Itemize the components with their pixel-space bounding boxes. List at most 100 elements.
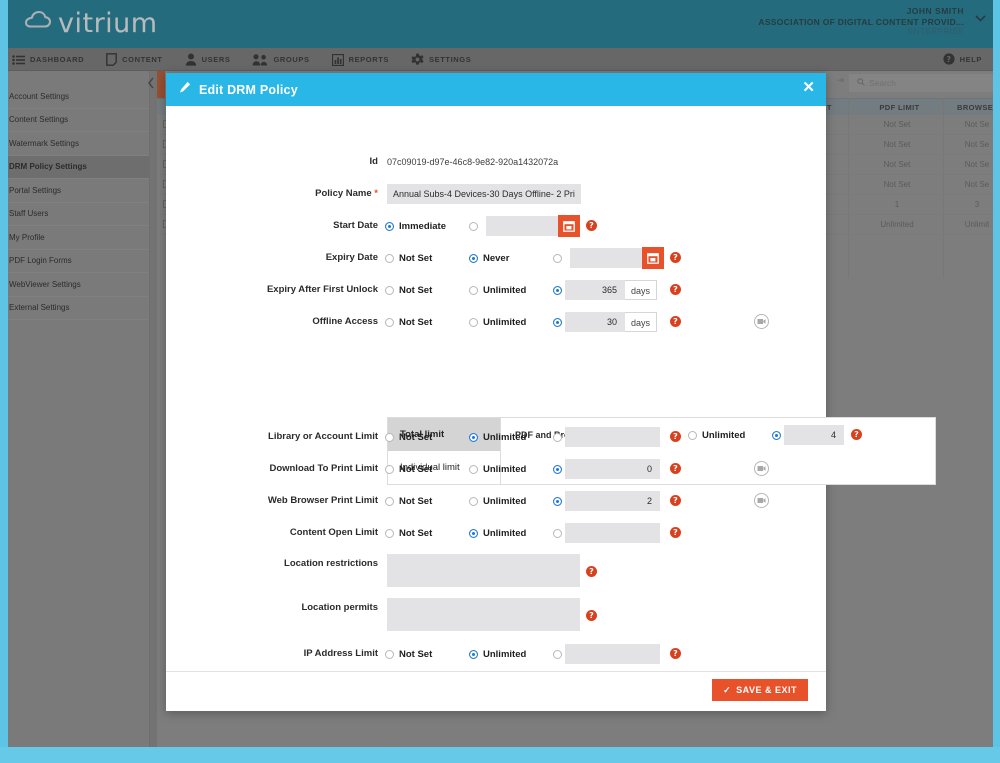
start-date-input[interactable] xyxy=(486,216,558,236)
help-icon-content-open-limit[interactable]: ? xyxy=(670,527,681,538)
check-icon: ✓ xyxy=(723,684,732,695)
field-label-ip-address-limit: IP Address Limit xyxy=(303,648,378,659)
radio-dot xyxy=(553,496,562,506)
help-icon-start-date[interactable]: ? xyxy=(586,220,597,231)
radio-dot xyxy=(385,464,394,474)
help-icon-location-restrictions[interactable]: ? xyxy=(586,566,597,577)
field-label-policy-name: Policy Name * xyxy=(315,188,378,199)
policy-name-input[interactable] xyxy=(387,184,581,204)
left-edge-accent xyxy=(0,0,8,747)
download-to-print-limit-input[interactable] xyxy=(565,459,660,479)
radio-expiry-date-never[interactable]: Never xyxy=(469,248,509,268)
radio-dot xyxy=(553,432,562,442)
save-and-exit-button[interactable]: ✓ SAVE & EXIT xyxy=(712,679,808,701)
radio-offline-access-value[interactable] xyxy=(553,312,562,332)
video-tutorial-icon[interactable] xyxy=(754,461,769,476)
radio-dot xyxy=(469,528,478,538)
radio-content-open-value[interactable] xyxy=(553,523,562,543)
radio-offline-access-not-set[interactable]: Not Set xyxy=(385,312,432,332)
radio-download-print-not-set[interactable]: Not Set xyxy=(385,459,432,479)
calendar-icon[interactable] xyxy=(642,247,664,269)
radio-expiry-date-not-set[interactable]: Not Set xyxy=(385,248,432,268)
radio-label: Unlimited xyxy=(483,463,527,475)
radio-dot xyxy=(553,528,562,538)
close-icon[interactable]: ✕ xyxy=(802,80,815,95)
radio-expiry-unlock-unlimited[interactable]: Unlimited xyxy=(469,280,526,300)
video-tutorial-icon[interactable] xyxy=(754,493,769,508)
help-icon-ip-address-limit[interactable]: ? xyxy=(670,648,681,659)
save-button-label: SAVE & EXIT xyxy=(736,685,797,695)
help-icon-download-to-print-limit[interactable]: ? xyxy=(670,463,681,474)
calendar-icon[interactable] xyxy=(558,215,580,237)
help-icon-expiry-date[interactable]: ? xyxy=(670,252,681,263)
field-row-web-browser-print-limit: Web Browser Print Limit Not Set Unlimite… xyxy=(166,491,826,523)
help-icon-web-browser-print-limit[interactable]: ? xyxy=(670,495,681,506)
radio-label: Never xyxy=(483,252,510,264)
video-tutorial-icon[interactable] xyxy=(754,314,769,329)
ip-address-limit-input[interactable] xyxy=(565,644,660,664)
radio-label: Unlimited xyxy=(483,431,527,443)
field-row-offline-access: Offline Access Not Set Unlimited days ? xyxy=(166,312,826,344)
radio-library-limit-not-set[interactable]: Not Set xyxy=(385,427,432,447)
radio-web-print-value[interactable] xyxy=(553,491,562,511)
radio-label: Not Set xyxy=(399,431,433,443)
help-icon-location-permits[interactable]: ? xyxy=(586,610,597,621)
radio-content-open-not-set[interactable]: Not Set xyxy=(385,523,432,543)
radio-label: Unlimited xyxy=(483,527,527,539)
location-permits-input[interactable] xyxy=(387,598,580,631)
radio-start-date-immediate[interactable]: Immediate xyxy=(385,216,446,236)
radio-label: Unlimited xyxy=(483,284,527,296)
radio-dot xyxy=(469,221,478,231)
edit-drm-policy-dialog: Edit DRM Policy ✕ Id 07c09019-d97e-46c8-… xyxy=(166,73,936,747)
dialog-title: Edit DRM Policy xyxy=(199,82,298,97)
radio-ip-limit-value[interactable] xyxy=(553,644,562,664)
radio-label: Unlimited xyxy=(483,648,527,660)
field-row-expiry-after-first-unlock: Expiry After First Unlock Not Set Unlimi… xyxy=(166,280,826,312)
required-marker: * xyxy=(371,188,378,199)
offline-access-input[interactable] xyxy=(565,312,625,332)
radio-web-print-not-set[interactable]: Not Set xyxy=(385,491,432,511)
radio-download-print-unlimited[interactable]: Unlimited xyxy=(469,459,526,479)
radio-label: Not Set xyxy=(399,648,433,660)
radio-start-date-custom[interactable] xyxy=(469,216,478,236)
expiry-date-input[interactable] xyxy=(570,248,642,268)
field-label-expiry-after-first-unlock: Expiry After First Unlock xyxy=(266,284,378,295)
radio-download-print-value[interactable] xyxy=(553,459,562,479)
field-value-id: 07c09019-d97e-46c8-9e82-920a1432072a xyxy=(387,157,559,167)
app-window: vitrium JOHN SMITH ASSOCIATION OF DIGITA… xyxy=(0,0,1000,747)
radio-expiry-unlock-not-set[interactable]: Not Set xyxy=(385,280,432,300)
radio-offline-access-unlimited[interactable]: Unlimited xyxy=(469,312,526,332)
radio-expiry-unlock-value[interactable] xyxy=(553,280,562,300)
radio-dot xyxy=(385,649,394,659)
radio-ip-limit-not-set[interactable]: Not Set xyxy=(385,644,432,664)
radio-ip-limit-unlimited[interactable]: Unlimited xyxy=(469,644,526,664)
radio-dot xyxy=(385,496,394,506)
radio-dot xyxy=(385,432,394,442)
field-row-policy-name: Policy Name * xyxy=(166,184,826,216)
field-label-offline-access: Offline Access xyxy=(312,316,378,327)
expiry-after-first-unlock-input[interactable] xyxy=(565,280,625,300)
web-browser-print-limit-input[interactable] xyxy=(565,491,660,511)
radio-dot xyxy=(385,317,394,327)
radio-dot xyxy=(553,317,562,327)
library-or-account-limit-input[interactable] xyxy=(565,427,660,447)
location-restrictions-input[interactable] xyxy=(387,554,580,587)
radio-dot xyxy=(385,221,394,231)
help-icon-library-or-account-limit[interactable]: ? xyxy=(670,431,681,442)
bottom-accent-strip xyxy=(0,747,1000,763)
radio-library-limit-value[interactable] xyxy=(553,427,562,447)
field-label-library-or-account-limit: Library or Account Limit xyxy=(268,431,378,442)
radio-dot xyxy=(469,253,478,263)
field-row-start-date: Start Date Immediate ? xyxy=(166,215,826,248)
radio-label: Not Set xyxy=(399,527,433,539)
radio-dot xyxy=(553,285,562,295)
help-icon-offline-access[interactable]: ? xyxy=(670,316,681,327)
radio-web-print-unlimited[interactable]: Unlimited xyxy=(469,491,526,511)
radio-library-limit-unlimited[interactable]: Unlimited xyxy=(469,427,526,447)
help-icon-pdf-and-browser[interactable]: ? xyxy=(851,429,862,440)
radio-content-open-unlimited[interactable]: Unlimited xyxy=(469,523,526,543)
radio-label: Not Set xyxy=(399,316,433,328)
content-open-limit-input[interactable] xyxy=(565,523,660,543)
help-icon-expiry-after-first-unlock[interactable]: ? xyxy=(670,284,681,295)
radio-expiry-date-custom[interactable] xyxy=(553,248,562,268)
